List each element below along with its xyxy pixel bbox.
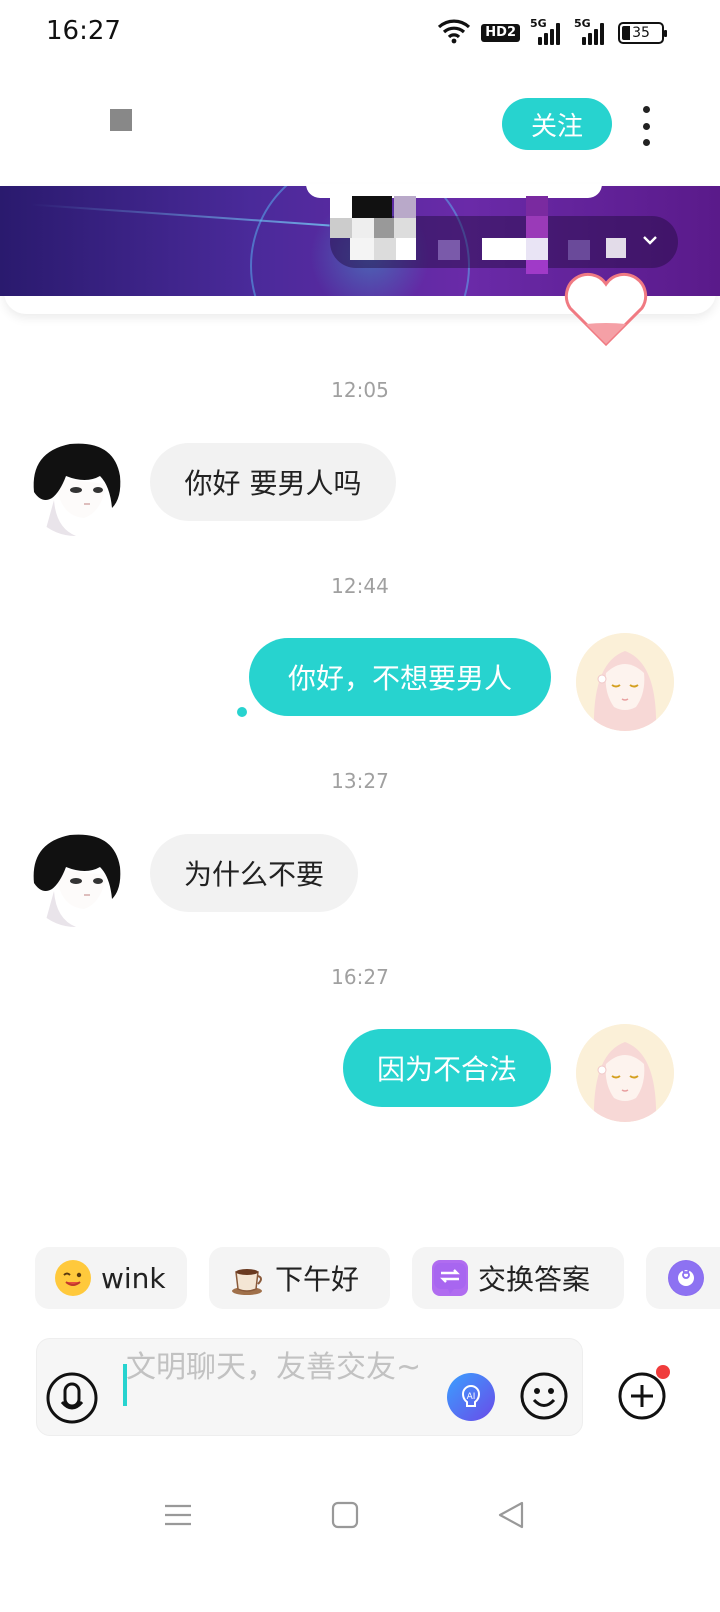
battery-level: 35 [630,25,652,41]
message-timestamp: 16:27 [331,965,389,989]
home-nav-icon[interactable] [330,1500,360,1534]
status-time: 16:27 [46,16,121,46]
quick-reply-wink[interactable]: wink [35,1247,187,1309]
message-input-placeholder[interactable]: 文明聊天，友善交友~ [126,1348,436,1388]
message-bubble-outgoing[interactable]: 因为不合法 [343,1029,551,1107]
menu-nav-icon[interactable] [163,1500,193,1534]
follow-button[interactable]: 关注 [502,98,612,150]
coffee-icon [229,1260,265,1296]
signal-5g-icon: 5G [530,17,564,45]
contact-avatar[interactable] [26,829,124,927]
my-avatar[interactable] [576,1024,674,1122]
message-timestamp: 12:44 [331,574,389,598]
voice-input-icon[interactable] [46,1372,98,1424]
message-bubble-outgoing[interactable]: 你好，不想要男人 [249,638,551,716]
message-bubble-incoming[interactable]: 为什么不要 [150,834,358,912]
exchange-icon [432,1260,468,1296]
my-avatar[interactable] [576,633,674,731]
message-bubble-incoming[interactable]: 你好 要男人吗 [150,443,396,521]
battery-icon: 35 [618,22,667,44]
read-status-dot [237,707,247,717]
hd-icon: HD2 [481,24,520,42]
heart-intimacy-icon[interactable] [560,270,652,354]
signal-5g-icon: 5G [574,17,608,45]
svg-text:AI: AI [467,1392,476,1402]
wifi-icon [437,18,471,48]
eight-ball-icon [668,1260,704,1296]
censored-title-block[interactable] [110,109,132,131]
quick-reply-label: 下午好 [275,1263,360,1296]
status-icons: HD2 5G 5G 35 [437,17,667,48]
quick-reply-exchange-answers[interactable]: 交换答案 [412,1247,624,1309]
quick-reply-label: wink [101,1261,166,1295]
chevron-down-icon[interactable] [641,228,659,253]
quick-reply-eight-ball[interactable] [646,1247,720,1309]
ai-assistant-icon[interactable]: AI [446,1372,496,1422]
back-nav-icon[interactable] [496,1500,526,1534]
wink-emoji-icon [55,1260,91,1296]
quick-reply-good-afternoon[interactable]: 下午好 [209,1247,390,1309]
message-timestamp: 13:27 [331,769,389,793]
quick-reply-label: 交换答案 [478,1263,591,1296]
message-timestamp: 12:05 [331,378,389,402]
notification-dot [656,1365,670,1379]
status-bar: 16:27 HD2 5G 5G 35 [0,0,720,64]
emoji-icon[interactable] [519,1371,569,1421]
more-vertical-icon[interactable] [632,106,660,146]
contact-avatar[interactable] [26,438,124,536]
